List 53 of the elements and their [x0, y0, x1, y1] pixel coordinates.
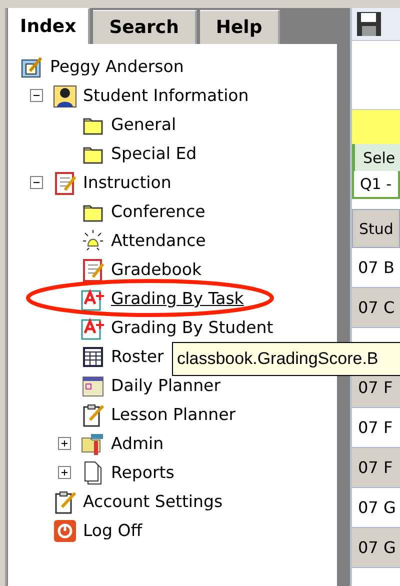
tree-item[interactable]: Log Off [83, 522, 142, 539]
term-dropdown[interactable]: Q1 - [352, 171, 400, 199]
tree-item[interactable]: Peggy Anderson [50, 58, 184, 75]
table-cell: 07 G [358, 538, 396, 557]
status-bar [352, 109, 400, 144]
tree-item[interactable]: Roster [111, 348, 164, 365]
notebook-icon [81, 258, 105, 282]
tree-item[interactable]: Account Settings [83, 493, 223, 510]
calendar-icon [81, 374, 105, 398]
table-row[interactable]: 07 F [352, 448, 400, 488]
person-icon [53, 84, 77, 108]
expander-icon[interactable] [30, 89, 43, 102]
table-cell: 07 C [358, 298, 395, 317]
grid-icon [81, 344, 105, 368]
tree-item[interactable]: Admin [111, 435, 164, 452]
tree-item[interactable]: Gradebook [111, 261, 202, 278]
clipboard-icon [53, 490, 77, 514]
tab[interactable]: Index [8, 8, 90, 44]
tree-item[interactable]: Conference [111, 203, 206, 220]
notebook-icon [53, 170, 77, 194]
notepad-icon [20, 54, 44, 78]
tab[interactable]: Search [93, 10, 197, 44]
column-header[interactable]: Stud [352, 209, 400, 248]
tree-item[interactable]: General [111, 116, 176, 133]
clipboard-icon [81, 402, 105, 426]
tooltip: classbook.GradingScore.B [172, 342, 400, 376]
table-cell: 07 F [358, 378, 393, 397]
tree-item[interactable]: Instruction [83, 174, 172, 191]
tree-item[interactable]: Lesson Planner [111, 406, 236, 423]
expander-icon[interactable] [58, 466, 71, 479]
table-row[interactable]: 07 G [352, 528, 400, 568]
table-cell: 07 F [358, 418, 393, 437]
expander-icon[interactable] [30, 176, 43, 189]
table-row[interactable]: 07 C [352, 288, 400, 328]
tree-item[interactable]: Daily Planner [111, 377, 220, 394]
grade-icon [81, 316, 105, 340]
select-label: Sele [355, 144, 400, 171]
expander-icon[interactable] [58, 437, 71, 450]
tree-item[interactable]: Grading By Task [111, 290, 244, 307]
table-cell: 07 B [358, 258, 394, 277]
tree-item[interactable]: Reports [111, 464, 174, 481]
tree-item[interactable]: Grading By Student [111, 319, 274, 336]
power-icon [53, 518, 77, 542]
grade-icon [81, 286, 105, 310]
tab[interactable]: Help [200, 10, 280, 44]
tree-item[interactable]: Student Information [83, 87, 249, 104]
tree-item[interactable]: Special Ed [111, 145, 197, 162]
save-icon[interactable] [356, 11, 382, 37]
tree-item[interactable]: Attendance [111, 232, 206, 249]
table-cell: 07 G [358, 498, 396, 517]
table-cell: 07 F [358, 458, 393, 477]
toolbox-icon [81, 432, 105, 456]
bell-icon [81, 228, 105, 252]
